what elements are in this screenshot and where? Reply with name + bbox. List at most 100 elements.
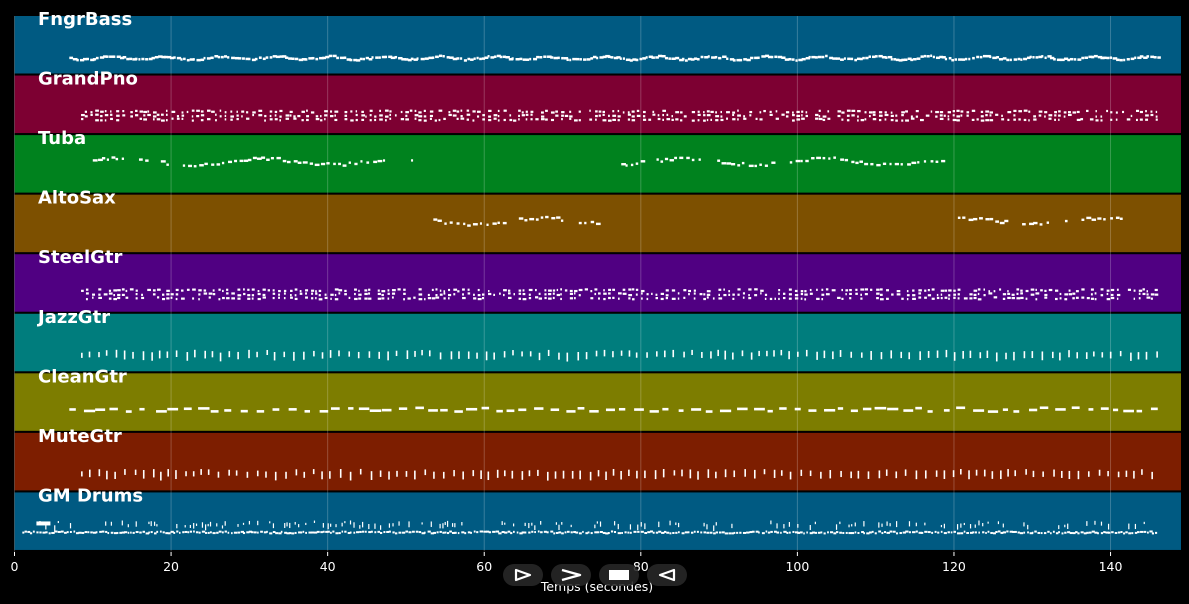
note [710, 118, 713, 121]
note [358, 407, 370, 411]
note [602, 113, 605, 116]
note [377, 289, 380, 292]
note [488, 115, 492, 118]
note [318, 289, 322, 293]
note [104, 119, 107, 122]
note [135, 531, 139, 534]
note [854, 522, 856, 527]
note [596, 56, 599, 60]
note [224, 530, 227, 533]
note [915, 115, 919, 118]
note [195, 523, 198, 526]
note [599, 521, 602, 527]
note [1007, 469, 1009, 477]
note [540, 118, 545, 121]
note [742, 531, 747, 534]
note [1106, 56, 1110, 60]
note [237, 294, 242, 297]
note [443, 290, 446, 293]
previous-icon [658, 568, 676, 582]
note [935, 470, 938, 477]
stop-button[interactable] [599, 564, 639, 586]
note [829, 531, 834, 534]
note [962, 350, 964, 359]
note [98, 352, 100, 358]
note [578, 119, 581, 122]
note [167, 532, 171, 535]
note [243, 292, 246, 296]
note [226, 292, 229, 295]
note [561, 56, 564, 60]
note [1137, 352, 1140, 360]
note [1064, 524, 1066, 528]
note [212, 293, 216, 296]
note [744, 469, 746, 477]
note [833, 532, 837, 535]
note [418, 293, 423, 296]
note [207, 469, 210, 475]
note [374, 531, 377, 534]
note [124, 531, 128, 534]
note [1039, 223, 1043, 226]
note [449, 221, 453, 224]
note [147, 113, 151, 117]
note [1043, 532, 1047, 535]
note [252, 156, 257, 160]
note [405, 111, 409, 114]
note [488, 531, 492, 534]
note [612, 288, 616, 291]
note [299, 292, 303, 295]
note [985, 119, 990, 122]
note [960, 532, 964, 535]
note [448, 111, 451, 114]
note [655, 297, 659, 300]
note [558, 531, 562, 534]
note [90, 111, 93, 114]
track-band [14, 75, 1181, 134]
note [857, 470, 860, 479]
note [333, 162, 336, 166]
note [511, 470, 514, 479]
track-grandpno: GrandPno [14, 69, 1181, 134]
note [183, 407, 192, 411]
note [374, 523, 376, 529]
note [636, 109, 640, 113]
note [237, 531, 241, 534]
note [476, 56, 479, 60]
note [294, 297, 298, 301]
play-button[interactable] [503, 564, 543, 586]
note [166, 293, 170, 296]
note [1060, 470, 1063, 478]
note [816, 288, 818, 291]
note [865, 56, 869, 60]
note [123, 350, 126, 360]
note [1059, 292, 1062, 296]
note [300, 531, 303, 534]
note [548, 297, 552, 300]
note [446, 520, 449, 527]
note [1146, 296, 1151, 299]
note [368, 531, 372, 534]
note [379, 114, 383, 117]
note [641, 297, 643, 300]
note [879, 288, 883, 291]
note [612, 114, 617, 117]
note [319, 410, 329, 413]
note [999, 288, 1002, 291]
note [138, 58, 141, 61]
note [989, 114, 992, 117]
note [749, 110, 753, 114]
note [660, 297, 664, 301]
note [924, 470, 927, 479]
previous-button[interactable] [647, 564, 687, 586]
note [805, 159, 809, 163]
next-button[interactable] [551, 564, 591, 586]
note [362, 521, 364, 528]
note [980, 119, 985, 122]
note [1135, 118, 1138, 122]
note [713, 532, 716, 535]
play-icon [514, 568, 532, 582]
note [566, 352, 569, 362]
note [642, 110, 646, 114]
note [329, 471, 331, 479]
